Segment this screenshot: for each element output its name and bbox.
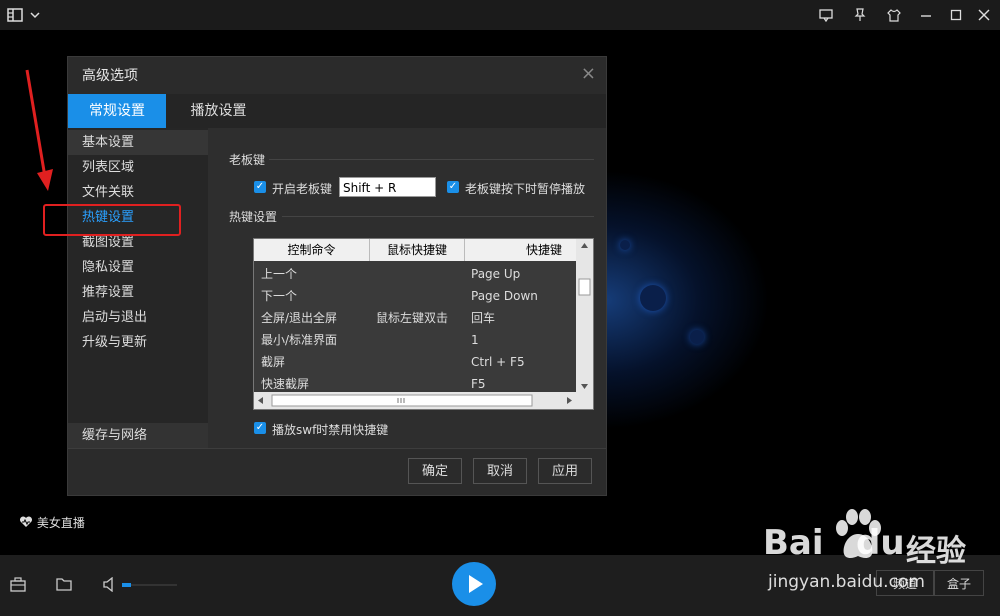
live-label: 美女直播 bbox=[36, 516, 85, 530]
table-header: 控制命令 鼠标快捷键 快捷键 bbox=[254, 239, 577, 261]
cell-key: Page Down bbox=[471, 289, 538, 303]
tab-bar: 常规设置 播放设置 bbox=[68, 94, 606, 128]
playlist-icon[interactable] bbox=[6, 6, 24, 24]
watermark-brand-2: du bbox=[856, 523, 905, 563]
title-bar bbox=[0, 0, 1000, 30]
minimize-icon[interactable] bbox=[917, 6, 935, 24]
swf-disable-label: 播放swf时禁用快捷键 bbox=[272, 423, 389, 437]
maximize-icon[interactable] bbox=[947, 6, 965, 24]
cell-command: 最小/标准界面 bbox=[261, 333, 338, 347]
play-button[interactable] bbox=[452, 562, 496, 606]
hotkeys-section-title: 热键设置 bbox=[229, 210, 278, 224]
skin-icon[interactable] bbox=[885, 6, 903, 24]
sidebar-item-file-assoc[interactable]: 文件关联 bbox=[68, 180, 208, 205]
table-row[interactable]: 全屏/退出全屏 鼠标左键双击 回车 bbox=[254, 307, 577, 329]
watermark-url: jingyan.baidu.com bbox=[768, 572, 925, 592]
bokeh-dot bbox=[620, 240, 630, 250]
divider bbox=[269, 159, 594, 160]
sidebar-item-startup-exit[interactable]: 启动与退出 bbox=[68, 305, 208, 330]
cell-key: 1 bbox=[471, 333, 479, 347]
cell-mouse: 鼠标左键双击 bbox=[376, 311, 449, 325]
swf-disable-checkbox[interactable]: ✓ bbox=[254, 422, 266, 434]
heart-icon bbox=[19, 516, 33, 527]
cell-key: Ctrl + F5 bbox=[471, 355, 525, 369]
pin-icon[interactable] bbox=[851, 6, 869, 24]
box-button[interactable]: 盒子 bbox=[934, 570, 984, 596]
bokeh-dot bbox=[690, 330, 704, 344]
dialog-close-icon[interactable]: × bbox=[581, 63, 596, 84]
open-folder-icon[interactable] bbox=[56, 577, 73, 595]
apply-button[interactable]: 应用 bbox=[538, 458, 592, 484]
boss-key-section-title: 老板键 bbox=[229, 153, 266, 167]
table-row[interactable]: 下一个 Page Down bbox=[254, 285, 577, 307]
table-row[interactable]: 截屏 Ctrl + F5 bbox=[254, 351, 577, 373]
bokeh-dot bbox=[640, 285, 666, 311]
sidebar-item-update[interactable]: 升级与更新 bbox=[68, 330, 208, 355]
message-icon[interactable] bbox=[817, 6, 835, 24]
settings-sidebar: 基本设置 列表区域 文件关联 热键设置 截图设置 隐私设置 推荐设置 启动与退出… bbox=[68, 128, 208, 448]
boss-key-enable-label: 开启老板键 bbox=[272, 182, 333, 196]
annotation-highlight-box bbox=[43, 204, 181, 236]
toolbox-icon[interactable] bbox=[10, 577, 26, 596]
close-icon[interactable] bbox=[975, 6, 993, 24]
boss-key-input[interactable]: Shift + R bbox=[339, 177, 436, 197]
chevron-down-icon[interactable] bbox=[26, 6, 44, 24]
volume-slider-fill bbox=[122, 583, 131, 587]
boss-key-pause-label: 老板键按下时暂停播放 bbox=[465, 182, 586, 196]
sidebar-item-list[interactable]: 列表区域 bbox=[68, 155, 208, 180]
sidebar-item-basic[interactable]: 基本设置 bbox=[68, 130, 208, 155]
cell-key: Page Up bbox=[471, 267, 521, 281]
column-header-command[interactable]: 控制命令 bbox=[254, 239, 370, 261]
divider bbox=[68, 448, 606, 449]
ok-button[interactable]: 确定 bbox=[408, 458, 462, 484]
sidebar-item-cache-network[interactable]: 缓存与网络 bbox=[68, 423, 208, 448]
column-header-mouse[interactable]: 鼠标快捷键 bbox=[370, 239, 465, 261]
volume-icon[interactable] bbox=[102, 576, 117, 596]
tab-playback[interactable]: 播放设置 bbox=[166, 94, 271, 128]
cell-command: 下一个 bbox=[261, 289, 298, 303]
hotkeys-table: 控制命令 鼠标快捷键 快捷键 上一个 Page Up 下一个 Page Down… bbox=[253, 238, 594, 410]
column-header-key[interactable]: 快捷键 bbox=[465, 239, 577, 261]
advanced-options-dialog: 高级选项 × 常规设置 播放设置 基本设置 列表区域 文件关联 热键设置 截图设… bbox=[67, 56, 607, 496]
table-row[interactable]: 上一个 Page Up bbox=[254, 263, 577, 285]
watermark-brand: Bai bbox=[763, 523, 824, 563]
sidebar-item-privacy[interactable]: 隐私设置 bbox=[68, 255, 208, 280]
table-row[interactable]: 最小/标准界面 1 bbox=[254, 329, 577, 351]
watermark-brand-cn: 经验 bbox=[906, 534, 966, 569]
cell-command: 上一个 bbox=[261, 267, 298, 281]
cancel-button[interactable]: 取消 bbox=[473, 458, 527, 484]
boss-key-pause-checkbox[interactable]: ✓ bbox=[447, 181, 459, 193]
cell-key: 回车 bbox=[471, 311, 496, 325]
live-link[interactable]: 美女直播 bbox=[19, 514, 85, 531]
sidebar-item-recommend[interactable]: 推荐设置 bbox=[68, 280, 208, 305]
cell-command: 截屏 bbox=[261, 355, 286, 369]
dialog-title: 高级选项 bbox=[82, 68, 138, 84]
vertical-scrollbar[interactable] bbox=[576, 239, 593, 394]
horizontal-scrollbar[interactable] bbox=[254, 392, 593, 409]
cell-command: 全屏/退出全屏 bbox=[261, 311, 338, 325]
play-icon bbox=[469, 575, 483, 593]
annotation-arrow bbox=[25, 69, 53, 191]
boss-key-enable-checkbox[interactable]: ✓ bbox=[254, 181, 266, 193]
divider bbox=[282, 216, 594, 217]
tab-general[interactable]: 常规设置 bbox=[68, 94, 166, 128]
